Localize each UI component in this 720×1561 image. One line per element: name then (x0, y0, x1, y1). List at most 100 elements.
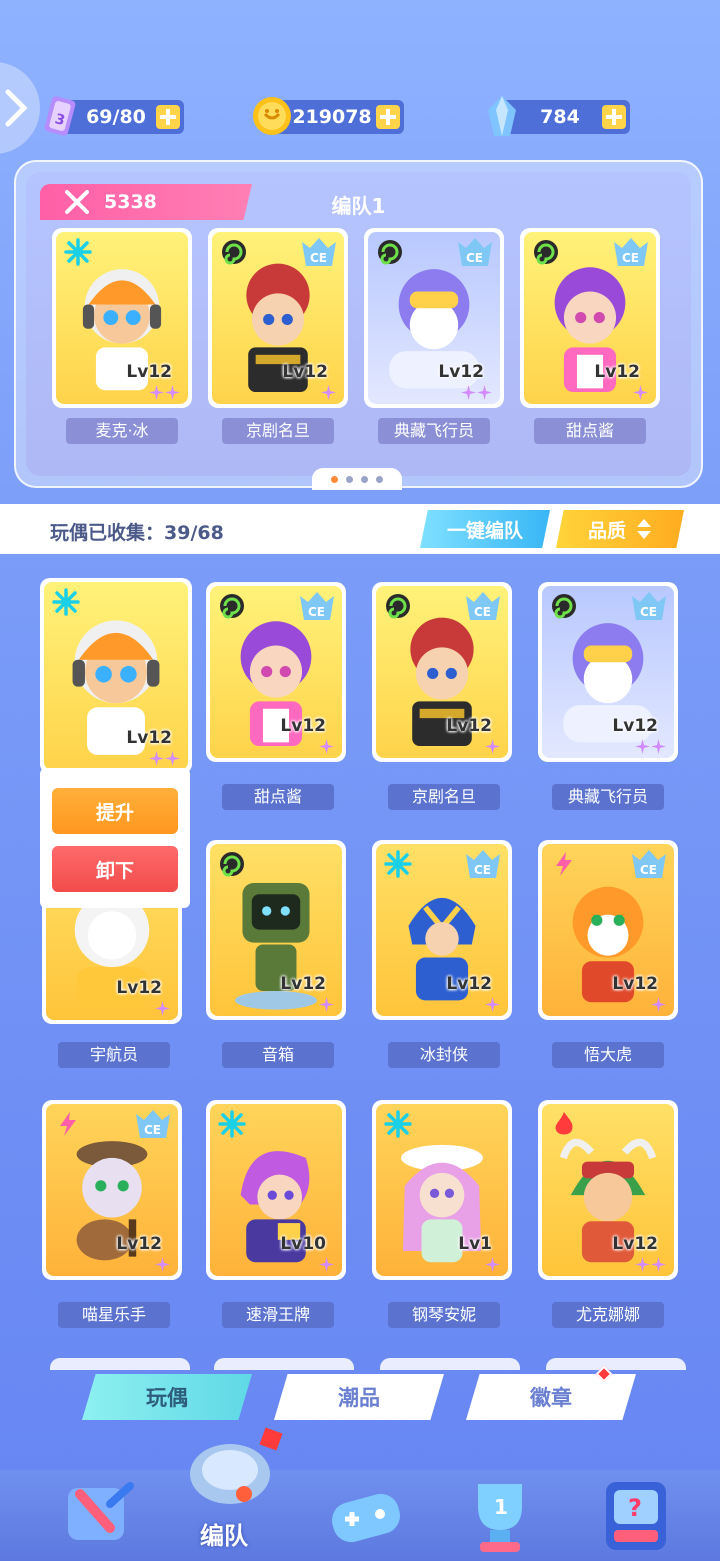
quality-sort-label: 品质 (587, 519, 626, 542)
star-rating (635, 739, 666, 754)
card-level: Lv12 (126, 362, 172, 382)
card-art: Lv12 (542, 1104, 674, 1276)
doll-card[interactable]: CE Lv12 (538, 840, 678, 1020)
card-level: Lv12 (280, 974, 326, 994)
star-icon (651, 997, 666, 1012)
team-member-name: 京剧名旦 (222, 418, 334, 444)
star-icon (319, 997, 334, 1012)
doll-card[interactable]: CE Lv12 (538, 582, 678, 762)
card-art: Lv1 (376, 1104, 508, 1276)
team-member-card[interactable]: CE Lv12 (364, 228, 504, 408)
page-dot (376, 475, 383, 483)
card-art: Lv10 (210, 1104, 342, 1276)
doll-card[interactable]: Lv12 (538, 1100, 678, 1280)
card-level: Lv12 (126, 728, 172, 748)
doll-card[interactable]: CE Lv12 (372, 840, 512, 1020)
star-rating (155, 1001, 170, 1016)
card-art: CE Lv12 (368, 232, 500, 404)
star-rating (485, 1257, 500, 1272)
star-icon (461, 385, 476, 400)
nav-mystery-box[interactable]: ? (588, 1464, 684, 1560)
doll-card[interactable]: CE Lv12 (372, 582, 512, 762)
tab-label: 潮品 (338, 1386, 380, 1410)
auto-team-label: 一键编队 (446, 519, 523, 542)
team-member-card[interactable]: CE Lv12 (208, 228, 348, 408)
team-member-card[interactable]: Lv12 (52, 228, 192, 408)
doll-card[interactable]: Lv10 (206, 1100, 346, 1280)
card-art: Lv12 (56, 232, 188, 404)
add-coins-button[interactable] (376, 105, 400, 129)
stamina-resource: 3 69/80 (44, 96, 184, 136)
team-member-name: 典藏飞行员 (378, 418, 490, 444)
chevron-right-icon (5, 89, 28, 127)
card-level: Lv12 (446, 716, 492, 736)
doll-name: 宇航员 (58, 1042, 170, 1068)
star-rating (633, 385, 648, 400)
team-whistle-icon (190, 1427, 283, 1504)
nav-team[interactable] (180, 1420, 290, 1516)
star-rating (319, 739, 334, 754)
doll-name: 悟大虎 (552, 1042, 664, 1068)
star-icon (165, 751, 180, 766)
doll-name: 钢琴安妮 (388, 1302, 500, 1328)
card-art: CE Lv12 (376, 586, 508, 758)
card-level: Lv12 (612, 974, 658, 994)
doll-card-partial (380, 1358, 520, 1370)
star-icon (477, 385, 492, 400)
back-button[interactable] (0, 62, 40, 154)
gamepad-icon (332, 1493, 400, 1543)
star-icon (149, 385, 164, 400)
sort-arrows-icon (637, 519, 651, 539)
tab-trendy[interactable]: 潮品 (274, 1374, 444, 1420)
star-icon (155, 1257, 170, 1272)
card-action-popup: 提升 卸下 (40, 768, 190, 908)
star-icon (633, 385, 648, 400)
trophy-icon: 1 (478, 1484, 522, 1552)
team-member-name: 麦克·冰 (66, 418, 178, 444)
doll-name: 喵星乐手 (58, 1302, 170, 1328)
team-member-name: 甜点酱 (534, 418, 646, 444)
star-rating (319, 997, 334, 1012)
star-icon (651, 1257, 666, 1272)
star-rating (635, 1257, 666, 1272)
doll-name: 尤克娜娜 (552, 1302, 664, 1328)
tab-dolls[interactable]: 玩偶 (82, 1374, 252, 1420)
card-level: Lv12 (282, 362, 328, 382)
quality-sort-button[interactable]: 品质 (556, 510, 684, 548)
team-member-card[interactable]: CE Lv12 (520, 228, 660, 408)
doll-card[interactable]: CE Lv12 (206, 582, 346, 762)
doll-card-partial (546, 1358, 686, 1370)
add-stamina-button[interactable] (156, 105, 180, 129)
doll-card-selected[interactable]: Lv12 (40, 578, 192, 774)
team-name: 编队1 (331, 194, 386, 218)
star-icon (165, 385, 180, 400)
card-level: Lv12 (116, 1234, 162, 1254)
remove-button[interactable]: 卸下 (52, 846, 178, 892)
card-art: CE Lv12 (212, 232, 344, 404)
upgrade-button[interactable]: 提升 (52, 788, 178, 834)
star-rating (319, 1257, 334, 1272)
crystal-resource: 784 (488, 96, 630, 136)
add-crystals-button[interactable] (602, 105, 626, 129)
auto-team-button[interactable]: 一键编队 (420, 510, 550, 548)
card-level: Lv12 (438, 362, 484, 382)
collection-bar: 玩偶已收集：39/68 一键编队 品质 (0, 504, 720, 554)
doll-card[interactable]: Lv1 (372, 1100, 512, 1280)
crystal-icon (478, 92, 526, 140)
tab-badges[interactable]: 徽章 (466, 1374, 636, 1420)
nav-collection[interactable] (50, 1464, 146, 1560)
doll-card[interactable]: Lv12 (206, 840, 346, 1020)
coin-resource: 219078 (253, 97, 404, 135)
doll-name: 典藏飞行员 (552, 784, 664, 810)
stamina-card-icon: 3 (36, 92, 84, 140)
doll-card[interactable]: CE Lv12 (42, 1100, 182, 1280)
tab-label: 徽章 (530, 1386, 572, 1410)
star-rating (485, 739, 500, 754)
card-level: Lv12 (594, 362, 640, 382)
card-art: CE Lv12 (542, 586, 674, 758)
page-dot-active (331, 475, 338, 483)
nav-game[interactable] (318, 1464, 414, 1560)
nav-trophy[interactable]: 1 (452, 1464, 548, 1560)
page-dot (346, 475, 353, 483)
doll-name: 速滑王牌 (222, 1302, 334, 1328)
